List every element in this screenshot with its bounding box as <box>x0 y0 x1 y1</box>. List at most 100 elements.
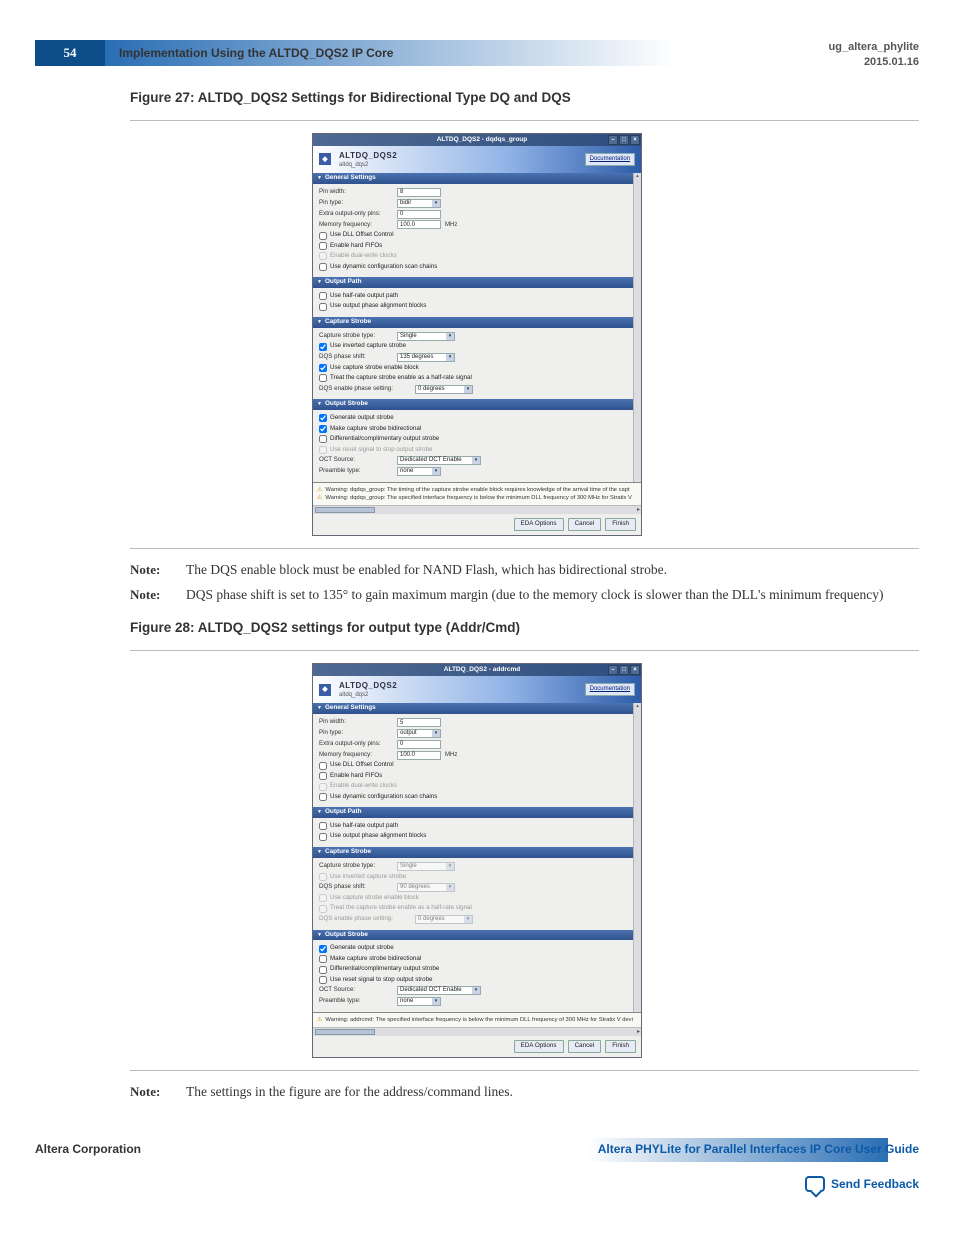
chevron-down-icon: ▾ <box>446 354 454 361</box>
finish-button[interactable]: Finish <box>605 1040 636 1053</box>
pin-type-select[interactable]: output▾ <box>397 729 441 738</box>
close-icon[interactable]: × <box>630 135 640 145</box>
extra-pins-input[interactable]: 0 <box>397 740 441 749</box>
dialog-titlebar[interactable]: ALTDQ_DQS2 - dqdqs_group – □ × <box>313 134 641 146</box>
preamble-select[interactable]: none▾ <box>397 997 441 1006</box>
pin-width-input[interactable]: 8 <box>397 188 441 197</box>
oct-source-select[interactable]: Dedicated OCT Enable▾ <box>397 456 481 465</box>
note-text: The settings in the figure are for the a… <box>186 1083 919 1102</box>
feedback-icon <box>805 1176 825 1192</box>
vertical-scrollbar[interactable]: ▴ <box>633 173 641 481</box>
capture-type-select[interactable]: Single▾ <box>397 332 455 341</box>
use-reset-checkbox[interactable]: Use reset signal to stop output strobe <box>319 976 627 985</box>
scroll-right-icon[interactable]: ▸ <box>637 506 640 514</box>
ip-instance: altdq_dqs2 <box>339 161 397 169</box>
make-bidir-checkbox[interactable]: Make capture strobe bidirectional <box>319 955 627 964</box>
ip-name: ALTDQ_DQS2 <box>339 150 397 161</box>
dual-write-checkbox: Enable dual-write clocks <box>319 252 627 261</box>
horizontal-scrollbar[interactable]: ▸ <box>313 505 641 513</box>
doc-code: ug_altera_phylite <box>829 40 919 55</box>
phase-align-checkbox[interactable]: Use output phase alignment blocks <box>319 302 627 311</box>
vertical-scrollbar[interactable]: ▴ <box>633 703 641 1011</box>
generate-strobe-checkbox[interactable]: Generate output strobe <box>319 944 627 953</box>
cancel-button[interactable]: Cancel <box>568 518 602 531</box>
enable-fifos-checkbox[interactable]: Enable hard FIFOs <box>319 242 627 251</box>
section-output-path[interactable]: ▼Output Path <box>313 277 633 288</box>
scrollbar-thumb[interactable] <box>315 1029 375 1035</box>
finish-button[interactable]: Finish <box>605 518 636 531</box>
megacore-logo-icon: ◆ <box>319 684 331 696</box>
pin-width-label: Pin width: <box>319 718 397 727</box>
scrollbar-thumb[interactable] <box>315 507 375 513</box>
oct-source-select[interactable]: Dedicated OCT Enable▾ <box>397 986 481 995</box>
dynamic-config-checkbox[interactable]: Use dynamic configuration scan chains <box>319 263 627 272</box>
pin-type-select[interactable]: bidir▾ <box>397 199 441 208</box>
dialog-dqdqs: ALTDQ_DQS2 - dqdqs_group – □ × ◆ ALTDQ_D… <box>312 133 642 537</box>
use-inverted-checkbox[interactable]: Use inverted capture strobe <box>319 342 627 351</box>
dqs-phase-label: DQS phase shift: <box>319 353 397 362</box>
use-inverted-checkbox: Use inverted capture strobe <box>319 873 627 882</box>
preamble-label: Preamble type: <box>319 467 397 476</box>
extra-pins-label: Extra output-only pins: <box>319 740 397 749</box>
minimize-icon[interactable]: – <box>608 665 618 675</box>
section-capture-strobe[interactable]: ▼Capture Strobe <box>313 317 633 328</box>
horizontal-scrollbar[interactable]: ▸ <box>313 1027 641 1035</box>
scroll-right-icon[interactable]: ▸ <box>637 1028 640 1036</box>
documentation-button[interactable]: Documentation <box>585 683 635 695</box>
figure27-caption: Figure 27: ALTDQ_DQS2 Settings for Bidir… <box>130 89 919 108</box>
divider <box>130 548 919 549</box>
scroll-up-icon[interactable]: ▴ <box>636 173 639 180</box>
dqs-enable-phase-label: DQS enable phase setting: <box>319 915 415 924</box>
close-icon[interactable]: × <box>630 665 640 675</box>
use-enable-block-checkbox[interactable]: Use capture strobe enable block <box>319 364 627 373</box>
enable-fifos-checkbox[interactable]: Enable hard FIFOs <box>319 772 627 781</box>
dqs-enable-phase-select[interactable]: 0 degrees▾ <box>415 385 473 394</box>
mem-freq-label: Memory frequency: <box>319 751 397 760</box>
differential-checkbox[interactable]: Differential/complimentary output strobe <box>319 435 627 444</box>
half-rate-checkbox[interactable]: Use half-rate output path <box>319 292 627 301</box>
mem-freq-input[interactable]: 100.0 <box>397 220 441 229</box>
maximize-icon[interactable]: □ <box>619 135 629 145</box>
corporation-label: Altera Corporation <box>35 1141 141 1158</box>
user-guide-link[interactable]: Altera PHYLite for Parallel Interfaces I… <box>588 1141 919 1158</box>
pin-width-input[interactable]: 5 <box>397 718 441 727</box>
half-rate-checkbox[interactable]: Use half-rate output path <box>319 822 627 831</box>
section-capture-strobe[interactable]: ▼Capture Strobe <box>313 847 633 858</box>
extra-pins-input[interactable]: 0 <box>397 210 441 219</box>
phase-align-checkbox[interactable]: Use output phase alignment blocks <box>319 832 627 841</box>
warning-icon: ⚠ <box>317 486 322 494</box>
scroll-up-icon[interactable]: ▴ <box>636 703 639 710</box>
eda-options-button[interactable]: EDA Options <box>514 518 564 531</box>
page-header: 54 Implementation Using the ALTDQ_DQS2 I… <box>35 40 919 71</box>
eda-options-button[interactable]: EDA Options <box>514 1040 564 1053</box>
chevron-down-icon: ▾ <box>446 333 454 340</box>
dialog-titlebar[interactable]: ALTDQ_DQS2 - addrcmd – □ × <box>313 664 641 676</box>
section-output-strobe[interactable]: ▼Output Strobe <box>313 399 633 410</box>
dual-write-checkbox: Enable dual-write clocks <box>319 782 627 791</box>
doc-date: 2015.01.16 <box>829 55 919 70</box>
use-dll-checkbox[interactable]: Use DLL Offset Control <box>319 231 627 240</box>
make-bidir-checkbox[interactable]: Make capture strobe bidirectional <box>319 425 627 434</box>
dqs-phase-select[interactable]: 135 degrees▾ <box>397 353 455 362</box>
generate-strobe-checkbox[interactable]: Generate output strobe <box>319 414 627 423</box>
cancel-button[interactable]: Cancel <box>568 1040 602 1053</box>
send-feedback-link[interactable]: Send Feedback <box>805 1176 919 1193</box>
section-general[interactable]: ▼General Settings <box>313 703 633 714</box>
use-reset-checkbox: Use reset signal to stop output strobe <box>319 446 627 455</box>
differential-checkbox[interactable]: Differential/complimentary output strobe <box>319 965 627 974</box>
use-dll-checkbox[interactable]: Use DLL Offset Control <box>319 761 627 770</box>
mem-freq-input[interactable]: 100.0 <box>397 751 441 760</box>
dynamic-config-checkbox[interactable]: Use dynamic configuration scan chains <box>319 793 627 802</box>
preamble-select[interactable]: none▾ <box>397 467 441 476</box>
documentation-button[interactable]: Documentation <box>585 153 635 165</box>
section-general[interactable]: ▼General Settings <box>313 173 633 184</box>
oct-source-label: OCT Source: <box>319 456 397 465</box>
treat-half-rate-checkbox[interactable]: Treat the capture strobe enable as a hal… <box>319 374 627 383</box>
chevron-down-icon: ▾ <box>446 863 454 870</box>
figure28-caption: Figure 28: ALTDQ_DQS2 settings for outpu… <box>130 619 919 638</box>
section-output-path[interactable]: ▼Output Path <box>313 807 633 818</box>
chevron-down-icon: ▾ <box>464 916 472 923</box>
section-output-strobe[interactable]: ▼Output Strobe <box>313 930 633 941</box>
minimize-icon[interactable]: – <box>608 135 618 145</box>
maximize-icon[interactable]: □ <box>619 665 629 675</box>
